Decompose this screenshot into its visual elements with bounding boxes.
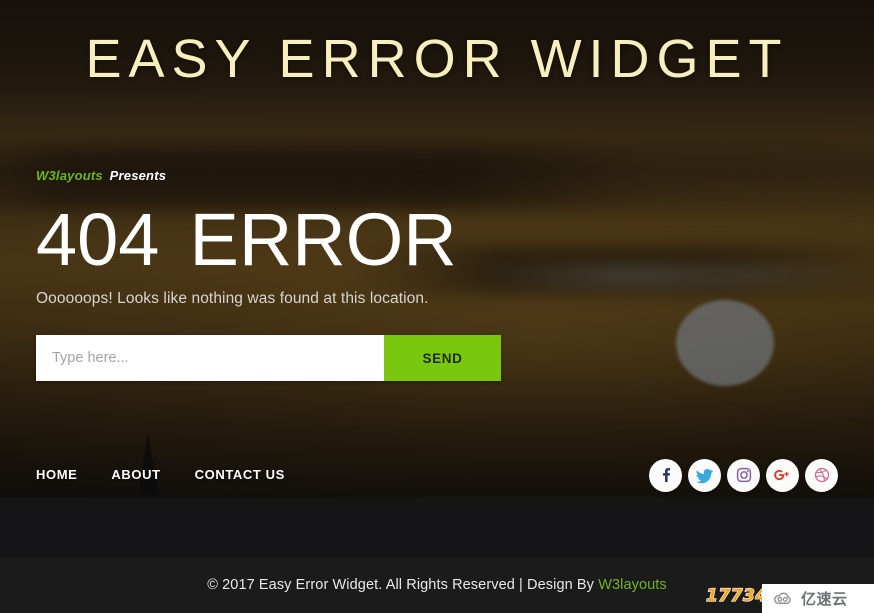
nav-link-contact-us[interactable]: CONTACT US: [195, 467, 285, 482]
twitter-link[interactable]: [688, 458, 721, 492]
watermark-logo-label: 亿速云: [801, 590, 848, 608]
page-title: EASY ERROR WIDGET: [85, 29, 789, 89]
presents-line: W3layouts Presents: [36, 168, 556, 183]
hero-content: W3layouts Presents 404 ERROR Oooooops! Lo…: [36, 168, 556, 381]
facebook-link[interactable]: [649, 458, 682, 492]
social-links: [649, 458, 838, 492]
main-navigation: HOME ABOUT CONTACT US: [36, 466, 285, 484]
nav-item: ABOUT: [111, 466, 160, 484]
watermark-logo-box: 亿速云: [762, 584, 874, 613]
nav-link-home[interactable]: HOME: [36, 467, 77, 482]
cloud-icon: [774, 592, 791, 604]
bottom-bar: HOME ABOUT CONTACT US: [0, 452, 874, 498]
social-item: [805, 458, 838, 492]
error-heading: 404 ERROR: [36, 199, 556, 281]
error-subtitle: Oooooops! Looks like nothing was found a…: [36, 290, 429, 307]
footer-copyright-text: © 2017 Easy Error Widget. All Rights Res…: [207, 577, 595, 593]
send-button[interactable]: SEND: [384, 335, 501, 381]
twitter-icon: [696, 468, 713, 483]
footer-copyright: © 2017 Easy Error Widget. All Rights Res…: [207, 577, 667, 593]
dribbble-link[interactable]: [805, 458, 838, 492]
search-input[interactable]: [36, 335, 384, 381]
nav-item: CONTACT US: [195, 466, 285, 484]
nav-item: HOME: [36, 466, 77, 484]
social-item: [766, 458, 799, 492]
presents-brand: W3layouts: [36, 168, 103, 183]
instagram-link[interactable]: [727, 458, 760, 492]
footer-brand-link[interactable]: W3layouts: [598, 577, 667, 593]
social-item: [688, 458, 721, 492]
error-code: 404: [36, 198, 160, 281]
facebook-icon: [662, 468, 670, 482]
search-form: SEND: [36, 335, 501, 381]
error-word: ERROR: [189, 198, 457, 281]
instagram-icon: [736, 467, 751, 483]
dribbble-icon: [814, 467, 829, 483]
social-item: [727, 458, 760, 492]
error-page: EASY ERROR WIDGET W3layouts Presents 404…: [0, 0, 874, 613]
social-item: [649, 458, 682, 492]
presents-word: Presents: [109, 168, 167, 183]
nav-link-about[interactable]: ABOUT: [111, 467, 160, 482]
google-plus-icon: [774, 469, 789, 481]
google-plus-link[interactable]: [766, 458, 799, 492]
